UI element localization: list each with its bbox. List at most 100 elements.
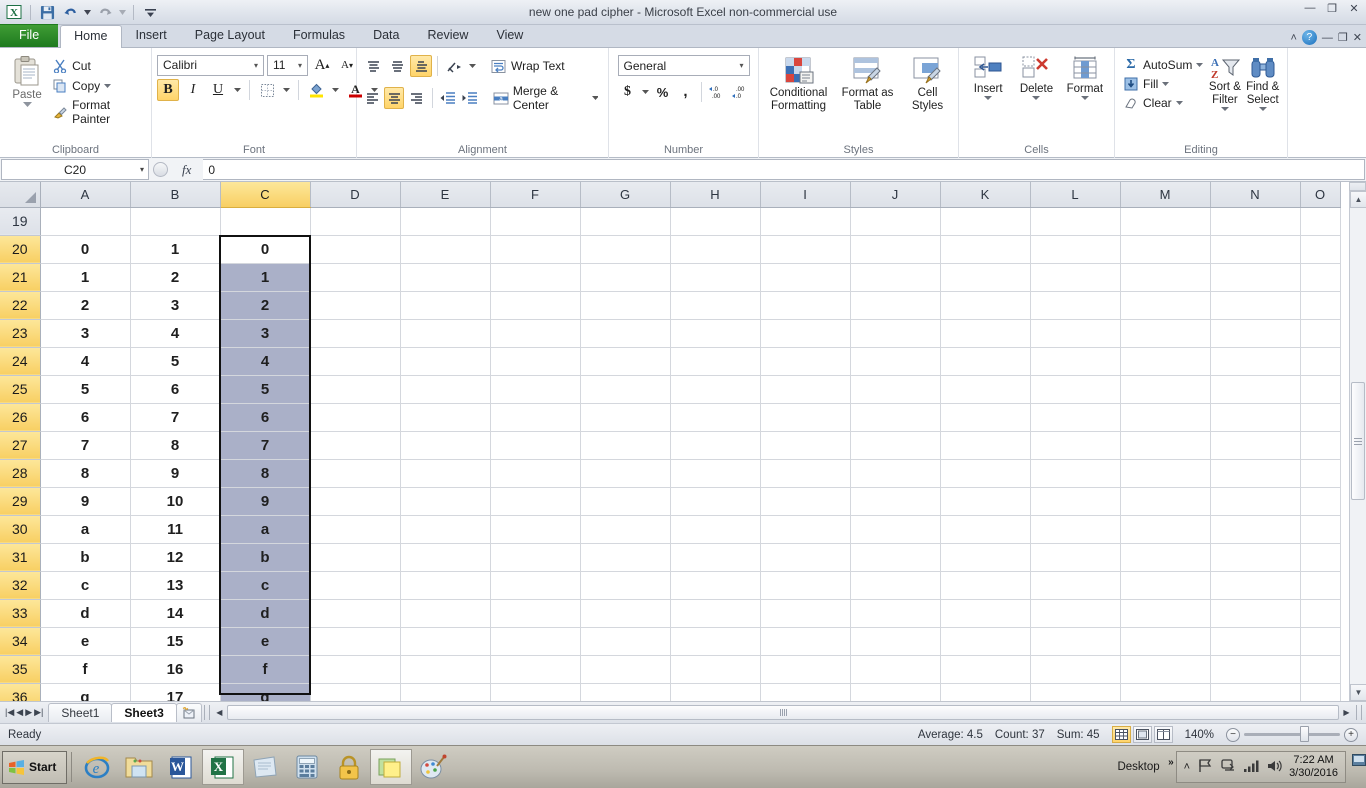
cell-C33[interactable]: d [220, 599, 311, 628]
cell-B22[interactable]: 3 [130, 291, 221, 320]
sheet-tab-sheet1[interactable]: Sheet1 [48, 703, 113, 722]
cell-I32[interactable] [760, 571, 851, 600]
find-select-button[interactable]: Find & Select [1243, 53, 1282, 113]
cell-F23[interactable] [490, 319, 581, 348]
cell-N32[interactable] [1210, 571, 1301, 600]
cell-J32[interactable] [850, 571, 941, 600]
formula-input[interactable]: 0 [203, 159, 1365, 180]
save-icon[interactable] [37, 2, 57, 22]
cell-N22[interactable] [1210, 291, 1301, 320]
borders-button[interactable] [256, 79, 278, 101]
cell-D23[interactable] [310, 319, 401, 348]
cell-C36[interactable]: g [220, 683, 311, 701]
cell-I24[interactable] [760, 347, 851, 376]
decrease-decimal-button[interactable]: .00.0 [729, 81, 751, 103]
cell-K26[interactable] [940, 403, 1031, 432]
previous-sheet-icon[interactable]: ◀ [16, 707, 23, 718]
zoom-slider[interactable]: − + [1226, 726, 1358, 742]
taskbar-excel[interactable]: X [202, 749, 245, 785]
cell-B27[interactable]: 8 [130, 431, 221, 460]
cell-F21[interactable] [490, 263, 581, 292]
cell-O36[interactable] [1300, 683, 1341, 701]
cell-B32[interactable]: 13 [130, 571, 221, 600]
decrease-indent-button[interactable] [437, 87, 457, 109]
cell-D36[interactable] [310, 683, 401, 701]
cell-F24[interactable] [490, 347, 581, 376]
cell-O25[interactable] [1300, 375, 1341, 404]
cell-I21[interactable] [760, 263, 851, 292]
vertical-scrollbar[interactable]: ▲ ▼ [1349, 182, 1366, 701]
cell-N23[interactable] [1210, 319, 1301, 348]
cell-E19[interactable] [400, 207, 491, 236]
cell-N34[interactable] [1210, 627, 1301, 656]
font-size-combo[interactable]: 11 ▾ [267, 54, 308, 76]
cell-G35[interactable] [580, 655, 671, 684]
cell-I33[interactable] [760, 599, 851, 628]
cell-J29[interactable] [850, 487, 941, 516]
fill-button[interactable]: Fill [1120, 75, 1206, 93]
row-header-24[interactable]: 24 [0, 347, 41, 376]
zoom-track[interactable] [1244, 726, 1340, 742]
cell-L19[interactable] [1030, 207, 1121, 236]
show-desktop-button[interactable] [1352, 754, 1366, 780]
cell-D35[interactable] [310, 655, 401, 684]
cell-F30[interactable] [490, 515, 581, 544]
cell-K27[interactable] [940, 431, 1031, 460]
cell-B21[interactable]: 2 [130, 263, 221, 292]
row-header-36[interactable]: 36 [0, 683, 41, 701]
cell-O34[interactable] [1300, 627, 1341, 656]
paste-button[interactable]: Paste [5, 51, 49, 107]
tab-split-handle[interactable] [203, 705, 210, 720]
cell-C26[interactable]: 6 [220, 403, 311, 432]
cell-D22[interactable] [310, 291, 401, 320]
cell-C19[interactable] [220, 207, 311, 236]
cell-C20[interactable]: 0 [220, 235, 311, 264]
cell-I25[interactable] [760, 375, 851, 404]
cell-G19[interactable] [580, 207, 671, 236]
cell-F29[interactable] [490, 487, 581, 516]
cell-A26[interactable]: 6 [40, 403, 131, 432]
cell-J23[interactable] [850, 319, 941, 348]
cell-G30[interactable] [580, 515, 671, 544]
cell-M23[interactable] [1120, 319, 1211, 348]
cell-A20[interactable]: 0 [40, 235, 131, 264]
cell-D20[interactable] [310, 235, 401, 264]
cell-B36[interactable]: 17 [130, 683, 221, 701]
cell-F34[interactable] [490, 627, 581, 656]
cell-E30[interactable] [400, 515, 491, 544]
column-header-C[interactable]: C [220, 182, 311, 208]
cell-H30[interactable] [670, 515, 761, 544]
cell-I34[interactable] [760, 627, 851, 656]
cell-A33[interactable]: d [40, 599, 131, 628]
cell-A22[interactable]: 2 [40, 291, 131, 320]
spreadsheet-grid[interactable]: A B C D E F G H I J K L M N O 19 20 0 1 0 21 1… [0, 182, 1366, 701]
cell-A21[interactable]: 1 [40, 263, 131, 292]
cell-D19[interactable] [310, 207, 401, 236]
ribbon-tab-strip[interactable]: File Home Insert Page Layout Formulas Da… [0, 24, 1366, 48]
close-button[interactable]: ✕ [1346, 2, 1362, 15]
cell-A32[interactable]: c [40, 571, 131, 600]
cell-N19[interactable] [1210, 207, 1301, 236]
cell-L21[interactable] [1030, 263, 1121, 292]
increase-indent-button[interactable] [460, 87, 480, 109]
cell-O19[interactable] [1300, 207, 1341, 236]
cell-I26[interactable] [760, 403, 851, 432]
cell-D32[interactable] [310, 571, 401, 600]
cell-I30[interactable] [760, 515, 851, 544]
comma-button[interactable]: , [675, 81, 697, 103]
row-header-19[interactable]: 19 [0, 207, 41, 236]
cell-M31[interactable] [1120, 543, 1211, 572]
cell-H35[interactable] [670, 655, 761, 684]
cell-E23[interactable] [400, 319, 491, 348]
column-header-L[interactable]: L [1030, 182, 1121, 208]
cell-D30[interactable] [310, 515, 401, 544]
undo-dropdown-icon[interactable] [83, 2, 92, 22]
cell-L26[interactable] [1030, 403, 1121, 432]
cell-D24[interactable] [310, 347, 401, 376]
cell-G26[interactable] [580, 403, 671, 432]
scroll-up-button[interactable]: ▲ [1350, 191, 1366, 208]
toolbar-overflow-icon[interactable]: » [1168, 757, 1174, 768]
cell-M22[interactable] [1120, 291, 1211, 320]
copy-button[interactable]: Copy [49, 77, 146, 95]
cell-E29[interactable] [400, 487, 491, 516]
